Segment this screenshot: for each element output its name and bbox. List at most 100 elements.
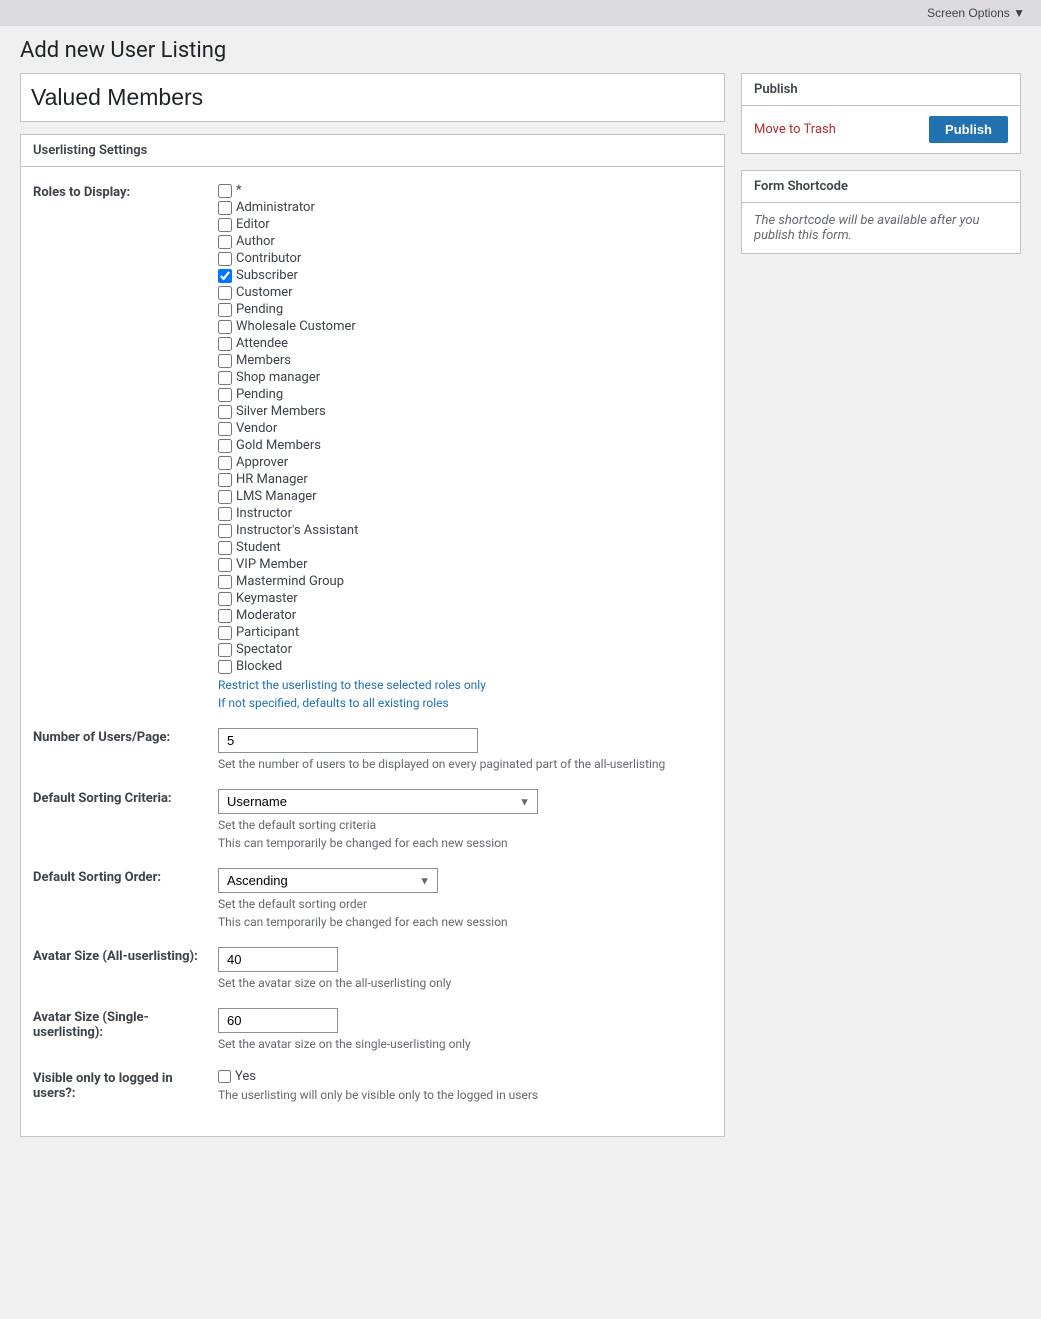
role-student-label[interactable]: Student: [236, 540, 281, 555]
yes-label[interactable]: Yes: [235, 1069, 256, 1084]
role-mastermind-group-label[interactable]: Mastermind Group: [236, 574, 344, 589]
role-instructor-checkbox[interactable]: [218, 507, 232, 521]
role-subscriber-checkbox[interactable]: [218, 269, 232, 283]
role-vip-member-checkbox[interactable]: [218, 558, 232, 572]
role-participant-label[interactable]: Participant: [236, 625, 299, 640]
list-item: Silver Members: [218, 404, 712, 419]
left-column: Userlisting Settings Roles to Display: *…: [20, 73, 725, 1137]
role-gold-members-checkbox[interactable]: [218, 439, 232, 453]
list-item: Instructor: [218, 506, 712, 521]
role-approver-checkbox[interactable]: [218, 456, 232, 470]
publish-box: Publish Move to Trash Publish: [741, 73, 1021, 154]
role-customer-checkbox[interactable]: [218, 286, 232, 300]
role-administrator-checkbox[interactable]: [218, 201, 232, 215]
role-all-checkbox[interactable]: [218, 184, 232, 198]
role-pending-checkbox[interactable]: [218, 303, 232, 317]
sorting-order-select[interactable]: AscendingDescending: [218, 868, 438, 893]
role-editor-label[interactable]: Editor: [236, 217, 270, 232]
role-silver-members-checkbox[interactable]: [218, 405, 232, 419]
list-item: Keymaster: [218, 591, 712, 606]
sorting-criteria-content: UsernameEmailFirst NameLast NameRegistra…: [218, 789, 712, 850]
role-vendor-checkbox[interactable]: [218, 422, 232, 436]
role-student-checkbox[interactable]: [218, 541, 232, 555]
avatar-single-input[interactable]: [218, 1008, 338, 1033]
role-vendor-label[interactable]: Vendor: [236, 421, 277, 436]
sorting-order-label: Default Sorting Order:: [33, 868, 218, 885]
role-attendee-checkbox[interactable]: [218, 337, 232, 351]
list-item: HR Manager: [218, 472, 712, 487]
list-item: LMS Manager: [218, 489, 712, 504]
role-approver-label[interactable]: Approver: [236, 455, 288, 470]
role-all-label[interactable]: *: [236, 183, 242, 198]
role-silver-members-label[interactable]: Silver Members: [236, 404, 326, 419]
visible-logged-in-checkbox[interactable]: [218, 1070, 231, 1083]
role-hr-manager-label[interactable]: HR Manager: [236, 472, 308, 487]
role-blocked-label[interactable]: Blocked: [236, 659, 282, 674]
role-vip-member-label[interactable]: VIP Member: [236, 557, 307, 572]
sorting-criteria-select[interactable]: UsernameEmailFirst NameLast NameRegistra…: [218, 789, 538, 814]
users-per-page-help: Set the number of users to be displayed …: [218, 757, 712, 771]
sorting-criteria-label: Default Sorting Criteria:: [33, 789, 218, 806]
avatar-all-input[interactable]: [218, 947, 338, 972]
role-lms-manager-label[interactable]: LMS Manager: [236, 489, 317, 504]
avatar-single-label: Avatar Size (Single-userlisting):: [33, 1008, 218, 1040]
role-wholesale-customer-label[interactable]: Wholesale Customer: [236, 319, 356, 334]
avatar-all-label: Avatar Size (All-userlisting):: [33, 947, 218, 964]
screen-options-button[interactable]: Screen Options ▼: [921, 4, 1031, 22]
roles-label: Roles to Display:: [33, 183, 218, 200]
sorting-order-help2: This can temporarily be changed for each…: [218, 915, 712, 929]
shortcode-note: The shortcode will be available after yo…: [754, 213, 1008, 243]
role-lms-manager-checkbox[interactable]: [218, 490, 232, 504]
role-contributor-checkbox[interactable]: [218, 252, 232, 266]
users-per-page-content: Set the number of users to be displayed …: [218, 728, 712, 771]
role-contributor-label[interactable]: Contributor: [236, 251, 301, 266]
list-item: Moderator: [218, 608, 712, 623]
avatar-all-content: Set the avatar size on the all-userlisti…: [218, 947, 712, 990]
role-mastermind-group-checkbox[interactable]: [218, 575, 232, 589]
role-subscriber-label[interactable]: Subscriber: [236, 268, 298, 283]
role-instructors-assistant-checkbox[interactable]: [218, 524, 232, 538]
role-moderator-checkbox[interactable]: [218, 609, 232, 623]
settings-box-body: Roles to Display: * Administrator Editor Au…: [21, 167, 724, 1136]
screen-options-bar: Screen Options ▼: [0, 0, 1041, 26]
list-item: *: [218, 183, 712, 198]
role-members-checkbox[interactable]: [218, 354, 232, 368]
role-moderator-label[interactable]: Moderator: [236, 608, 296, 623]
role-author-label[interactable]: Author: [236, 234, 275, 249]
role-instructor-label[interactable]: Instructor: [236, 506, 292, 521]
users-per-page-input[interactable]: [218, 728, 478, 753]
settings-box: Userlisting Settings Roles to Display: *…: [20, 134, 725, 1137]
role-wholesale-customer-checkbox[interactable]: [218, 320, 232, 334]
role-pending2-label[interactable]: Pending: [236, 387, 283, 402]
move-to-trash-link[interactable]: Move to Trash: [754, 122, 836, 137]
role-attendee-label[interactable]: Attendee: [236, 336, 288, 351]
sorting-order-select-wrap: AscendingDescending ▼: [218, 868, 438, 893]
role-gold-members-label[interactable]: Gold Members: [236, 438, 321, 453]
list-item: Members: [218, 353, 712, 368]
role-editor-checkbox[interactable]: [218, 218, 232, 232]
role-members-label[interactable]: Members: [236, 353, 291, 368]
role-pending-label[interactable]: Pending: [236, 302, 283, 317]
visible-logged-in-label: Visible only to logged in users?:: [33, 1069, 218, 1101]
role-spectator-label[interactable]: Spectator: [236, 642, 292, 657]
list-item: Contributor: [218, 251, 712, 266]
role-spectator-checkbox[interactable]: [218, 643, 232, 657]
title-input-wrap: [20, 73, 725, 122]
role-customer-label[interactable]: Customer: [236, 285, 293, 300]
roles-content: * Administrator Editor Author Contributor Sub…: [218, 183, 712, 710]
roles-field-row: Roles to Display: * Administrator Editor Au…: [33, 183, 712, 710]
role-administrator-label[interactable]: Administrator: [236, 200, 315, 215]
role-participant-checkbox[interactable]: [218, 626, 232, 640]
role-shop-manager-checkbox[interactable]: [218, 371, 232, 385]
role-instructors-assistant-label[interactable]: Instructor's Assistant: [236, 523, 358, 538]
role-hr-manager-checkbox[interactable]: [218, 473, 232, 487]
listing-title-input[interactable]: [29, 80, 716, 115]
role-keymaster-checkbox[interactable]: [218, 592, 232, 606]
publish-button[interactable]: Publish: [929, 116, 1008, 143]
role-blocked-checkbox[interactable]: [218, 660, 232, 674]
role-keymaster-label[interactable]: Keymaster: [236, 591, 298, 606]
publish-box-header: Publish: [742, 74, 1020, 106]
role-author-checkbox[interactable]: [218, 235, 232, 249]
role-shop-manager-label[interactable]: Shop manager: [236, 370, 320, 385]
role-pending2-checkbox[interactable]: [218, 388, 232, 402]
